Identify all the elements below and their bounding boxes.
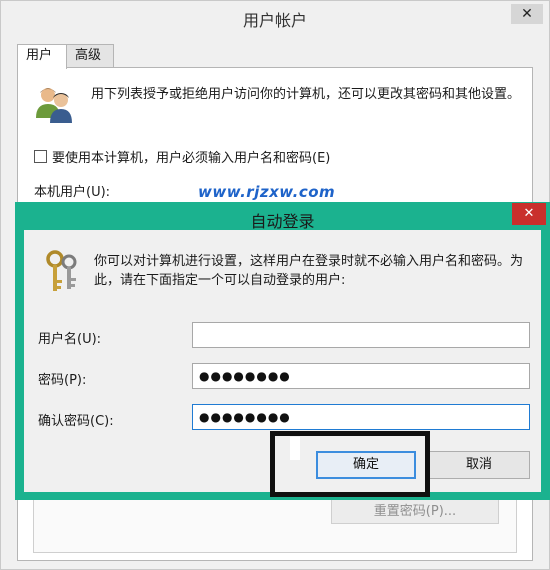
password-input[interactable]: ●●●●●●●●	[192, 363, 530, 389]
window-titlebar: 用户帐户 ✕	[1, 1, 549, 35]
password-label: 密码(P):	[38, 373, 87, 388]
window-close-button[interactable]: ✕	[511, 4, 543, 24]
require-login-label: 要使用本计算机，用户必须输入用户名和密码(E)	[52, 150, 331, 166]
username-input[interactable]	[192, 322, 530, 348]
dialog-description: 你可以对计算机进行设置，这样用户在登录时就不必输入用户名和密码。为此，请在下面指…	[94, 254, 524, 288]
confirm-password-label: 确认密码(C):	[38, 414, 114, 429]
reset-password-button[interactable]: 重置密码(P)...	[331, 499, 499, 524]
dialog-close-button[interactable]: ✕	[512, 203, 546, 225]
annotation-highlight-box	[270, 431, 430, 497]
intro-text: 用下列表授予或拒绝用户访问你的计算机，还可以更改其密码和其他设置。	[91, 87, 521, 102]
tab-advanced[interactable]: 高级	[66, 44, 114, 68]
require-login-checkbox[interactable]	[34, 149, 47, 163]
keys-icon	[46, 250, 77, 291]
username-label: 用户名(U):	[38, 332, 102, 347]
dialog-title: 自动登录	[250, 212, 315, 231]
tab-users[interactable]: 用户	[17, 44, 67, 69]
site-watermark: www.rjzxw.com	[198, 183, 336, 201]
require-login-row[interactable]: 要使用本计算机，用户必须输入用户名和密码(E)	[34, 147, 331, 166]
confirm-password-input[interactable]: ●●●●●●●●	[192, 404, 530, 430]
window-title: 用户帐户	[242, 11, 307, 30]
cancel-button[interactable]: 取消	[428, 451, 530, 479]
users-icon	[36, 88, 72, 123]
local-users-label: 本机用户(U):	[34, 185, 111, 200]
